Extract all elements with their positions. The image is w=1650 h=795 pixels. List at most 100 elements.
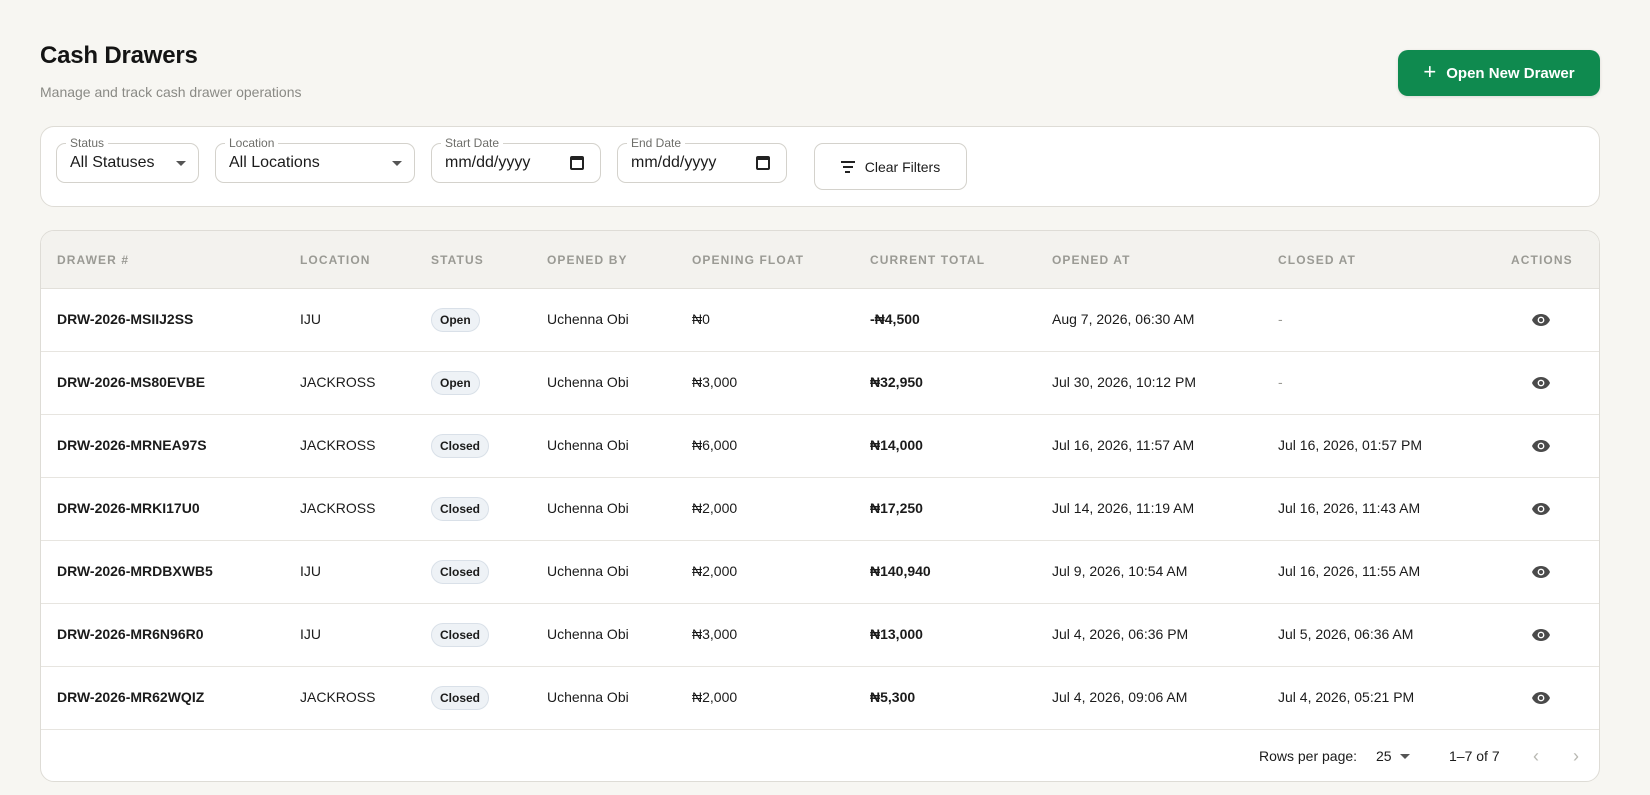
calendar-icon[interactable] xyxy=(756,156,770,170)
col-header-closed-at: CLOSED AT xyxy=(1278,253,1356,267)
eye-icon[interactable] xyxy=(1531,313,1551,327)
pagination-range: 1–7 of 7 xyxy=(1449,748,1500,764)
drawer-number: DRW-2026-MR62WQIZ xyxy=(57,689,205,705)
col-header-current-total: CURRENT TOTAL xyxy=(870,253,986,267)
opened-by-cell: Uchenna Obi xyxy=(547,437,629,453)
closed-at-cell: - xyxy=(1278,311,1283,327)
location-select-label: Location xyxy=(225,136,279,150)
table-row: DRW-2026-MSIIJ2SS IJU Open Uchenna Obi ₦0 -₦4… xyxy=(41,289,1599,352)
page-subtitle: Manage and track cash drawer operations xyxy=(40,84,302,100)
opened-at-cell: Jul 16, 2026, 11:57 AM xyxy=(1052,437,1195,453)
end-date-input[interactable]: End Date mm/dd/yyyy xyxy=(617,136,787,183)
location-cell: JACKROSS xyxy=(300,689,376,705)
calendar-icon[interactable] xyxy=(570,156,584,170)
chevron-right-icon[interactable]: › xyxy=(1573,746,1579,767)
opening-float-cell: ₦2,000 xyxy=(692,689,738,705)
status-badge: Closed xyxy=(431,497,490,521)
location-cell: JACKROSS xyxy=(300,500,376,516)
page-title: Cash Drawers xyxy=(40,42,198,69)
drawer-number: DRW-2026-MS80EVBE xyxy=(57,374,206,390)
col-header-opening-float: OPENING FLOAT xyxy=(692,253,805,267)
plus-icon: + xyxy=(1423,59,1437,84)
end-date-value: mm/dd/yyyy xyxy=(631,154,717,171)
opened-by-cell: Uchenna Obi xyxy=(547,626,629,642)
opening-float-cell: ₦3,000 xyxy=(692,626,738,642)
table-row: DRW-2026-MR6N96R0 IJU Closed Uchenna Obi ₦3,… xyxy=(41,604,1599,667)
opening-float-cell: ₦3,000 xyxy=(692,374,738,390)
rows-per-page-label: Rows per page: xyxy=(1259,748,1358,764)
table-row: DRW-2026-MRNEA97S JACKROSS Closed Uchenna O… xyxy=(41,415,1599,478)
location-select[interactable]: Location All Locations xyxy=(215,136,415,183)
table-header: DRAWER # LOCATION STATUS OPENED BY OPENI… xyxy=(41,231,1599,289)
open-new-drawer-button[interactable]: + Open New Drawer xyxy=(1398,50,1600,96)
opening-float-cell: ₦2,000 xyxy=(692,563,738,579)
status-badge: Open xyxy=(431,308,480,332)
status-badge: Closed xyxy=(431,623,490,647)
drawer-number: DRW-2026-MRDBXWB5 xyxy=(57,563,213,579)
col-header-opened-by: OPENED BY xyxy=(547,253,628,267)
status-badge: Open xyxy=(431,371,480,395)
col-header-location: LOCATION xyxy=(300,253,371,267)
drawer-number: DRW-2026-MR6N96R0 xyxy=(57,626,204,642)
closed-at-cell: Jul 16, 2026, 01:57 PM xyxy=(1278,437,1422,453)
col-header-opened-at: OPENED AT xyxy=(1052,253,1131,267)
closed-at-cell: - xyxy=(1278,374,1283,390)
col-header-drawer: DRAWER # xyxy=(57,253,130,267)
chevron-down-icon xyxy=(392,161,402,166)
opened-by-cell: Uchenna Obi xyxy=(547,500,629,516)
chevron-left-icon[interactable]: ‹ xyxy=(1533,746,1539,767)
start-date-input[interactable]: Start Date mm/dd/yyyy xyxy=(431,136,601,183)
end-date-label: End Date xyxy=(627,136,686,150)
open-new-drawer-label: Open New Drawer xyxy=(1446,64,1575,82)
location-cell: JACKROSS xyxy=(300,437,376,453)
status-select-value: All Statuses xyxy=(70,154,155,171)
clear-filters-button[interactable]: Clear Filters xyxy=(814,143,967,190)
opened-by-cell: Uchenna Obi xyxy=(547,374,629,390)
status-select[interactable]: Status All Statuses xyxy=(56,136,199,183)
status-badge: Closed xyxy=(431,560,490,584)
location-cell: JACKROSS xyxy=(300,374,376,390)
current-total-cell: ₦14,000 xyxy=(870,437,923,453)
drawer-number: DRW-2026-MRNEA97S xyxy=(57,437,207,453)
table-row: DRW-2026-MS80EVBE JACKROSS Open Uchenna Obi… xyxy=(41,352,1599,415)
status-badge: Closed xyxy=(431,434,490,458)
filter-bar: Status All Statuses Location All Locatio… xyxy=(40,126,1600,207)
opening-float-cell: ₦6,000 xyxy=(692,437,738,453)
opening-float-cell: ₦2,000 xyxy=(692,500,738,516)
rows-per-page-select[interactable]: 25 xyxy=(1376,748,1410,764)
drawer-number: DRW-2026-MSIIJ2SS xyxy=(57,311,194,327)
location-select-value: All Locations xyxy=(229,154,320,171)
chevron-down-icon xyxy=(176,161,186,166)
pagination: Rows per page: 25 1–7 of 7 ‹ › xyxy=(41,736,1599,781)
current-total-cell: ₦140,940 xyxy=(870,563,931,579)
eye-icon[interactable] xyxy=(1531,691,1551,705)
table-row: DRW-2026-MRDBXWB5 IJU Closed Uchenna Obi ₦2,… xyxy=(41,541,1599,604)
table-row: DRW-2026-MR62WQIZ JACKROSS Closed Uchenna O… xyxy=(41,667,1599,730)
opened-at-cell: Jul 4, 2026, 06:36 PM xyxy=(1052,626,1189,642)
opened-at-cell: Jul 30, 2026, 10:12 PM xyxy=(1052,374,1196,390)
opened-at-cell: Jul 9, 2026, 10:54 AM xyxy=(1052,563,1188,579)
drawers-table: DRAWER # LOCATION STATUS OPENED BY OPENI… xyxy=(40,230,1600,782)
current-total-cell: ₦17,250 xyxy=(870,500,923,516)
eye-icon[interactable] xyxy=(1531,439,1551,453)
eye-icon[interactable] xyxy=(1531,376,1551,390)
opening-float-cell: ₦0 xyxy=(692,311,710,327)
status-badge: Closed xyxy=(431,686,490,710)
table-body: DRW-2026-MSIIJ2SS IJU Open Uchenna Obi ₦0 -₦4… xyxy=(41,289,1599,730)
col-header-actions: ACTIONS xyxy=(1511,253,1573,267)
start-date-label: Start Date xyxy=(441,136,504,150)
opened-by-cell: Uchenna Obi xyxy=(547,311,629,327)
filter-icon xyxy=(840,160,855,173)
drawer-number: DRW-2026-MRKI17U0 xyxy=(57,500,200,516)
opened-at-cell: Aug 7, 2026, 06:30 AM xyxy=(1052,311,1195,327)
opened-at-cell: Jul 14, 2026, 11:19 AM xyxy=(1052,500,1195,516)
table-row: DRW-2026-MRKI17U0 JACKROSS Closed Uchenna O… xyxy=(41,478,1599,541)
start-date-value: mm/dd/yyyy xyxy=(445,154,531,171)
eye-icon[interactable] xyxy=(1531,502,1551,516)
current-total-cell: ₦32,950 xyxy=(870,374,923,390)
eye-icon[interactable] xyxy=(1531,628,1551,642)
opened-at-cell: Jul 4, 2026, 09:06 AM xyxy=(1052,689,1188,705)
location-cell: IJU xyxy=(300,563,321,579)
eye-icon[interactable] xyxy=(1531,565,1551,579)
closed-at-cell: Jul 16, 2026, 11:43 AM xyxy=(1278,500,1421,516)
